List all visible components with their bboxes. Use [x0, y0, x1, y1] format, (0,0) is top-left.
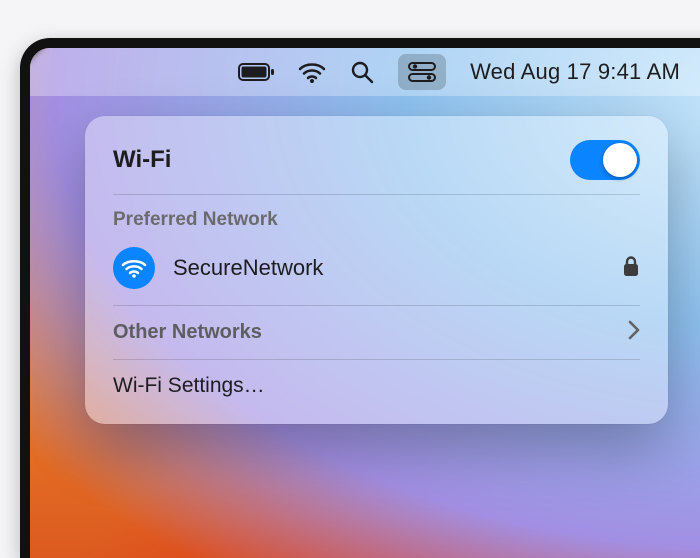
wifi-settings-row[interactable]: Wi-Fi Settings…	[109, 360, 644, 402]
desktop-viewport: Wed Aug 17 9:41 AM Wi-Fi Preferred Netwo…	[20, 38, 700, 558]
network-name: SecureNetwork	[173, 255, 323, 281]
preferred-network-label: Preferred Network	[109, 195, 644, 241]
spotlight-search-icon[interactable]	[350, 48, 374, 96]
wifi-header-row: Wi-Fi	[109, 134, 644, 194]
network-row-securenetwork[interactable]: SecureNetwork	[109, 241, 644, 305]
wifi-connected-icon	[113, 247, 155, 289]
panel-title: Wi-Fi	[113, 146, 171, 174]
control-center-icon[interactable]	[398, 54, 446, 90]
lock-icon	[622, 255, 640, 282]
wifi-settings-label: Wi-Fi Settings…	[113, 374, 265, 398]
chevron-right-icon	[627, 320, 640, 345]
other-networks-row[interactable]: Other Networks	[109, 306, 644, 359]
wifi-toggle-knob	[603, 143, 637, 177]
wifi-status-icon[interactable]	[298, 48, 326, 96]
wifi-toggle[interactable]	[570, 140, 640, 180]
menubar: Wed Aug 17 9:41 AM	[30, 48, 700, 96]
menubar-clock[interactable]: Wed Aug 17 9:41 AM	[470, 48, 680, 96]
other-networks-label: Other Networks	[113, 321, 262, 344]
battery-status-icon[interactable]	[238, 48, 274, 96]
wifi-menu-panel: Wi-Fi Preferred Network	[85, 116, 668, 424]
